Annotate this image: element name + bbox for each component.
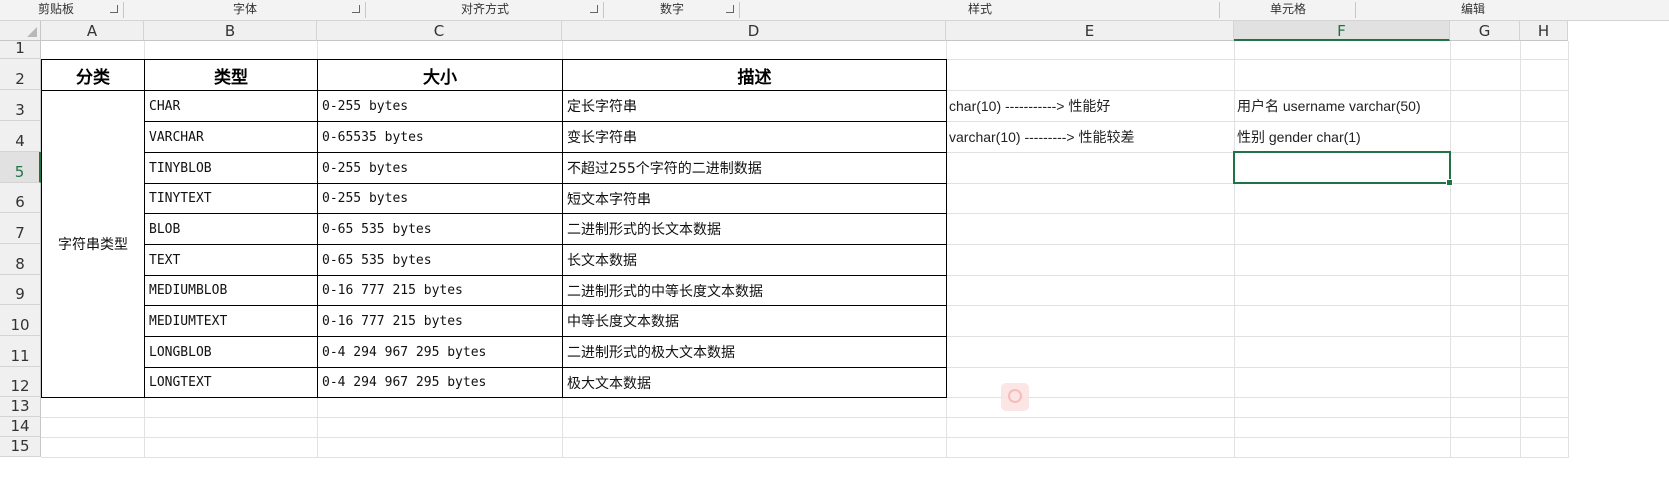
desc-cell[interactable]: 不超过255个字符的二进制数据 bbox=[562, 152, 947, 184]
note-cell-e4[interactable]: varchar(10) ---------> 性能较差 bbox=[946, 121, 1234, 152]
ribbon-group-label: 对齐方式 bbox=[460, 2, 509, 16]
category-merged-cell[interactable]: 字符串类型 bbox=[41, 90, 145, 398]
row-header-10[interactable]: 10 bbox=[0, 305, 41, 336]
ribbon-group-cells[interactable]: 单元格 bbox=[1220, 0, 1356, 20]
type-cell[interactable]: BLOB bbox=[144, 213, 318, 245]
desc-cell[interactable]: 定长字符串 bbox=[562, 90, 947, 122]
dialog-launcher-icon[interactable] bbox=[352, 5, 360, 13]
ribbon-group-styles[interactable]: 样式 bbox=[740, 0, 1220, 20]
ribbon-group-label: 编辑 bbox=[1460, 2, 1485, 16]
column-header-d[interactable]: D bbox=[562, 21, 946, 41]
row-header-8[interactable]: 8 bbox=[0, 244, 41, 275]
table-header-type[interactable]: 类型 bbox=[144, 59, 318, 91]
note-cell-f3[interactable]: 用户名 username varchar(50) bbox=[1234, 90, 1450, 121]
ribbon-group-label: 字体 bbox=[232, 2, 257, 16]
type-cell[interactable]: MEDIUMBLOB bbox=[144, 275, 318, 306]
ribbon-group-label: 单元格 bbox=[1269, 2, 1306, 16]
size-cell[interactable]: 0-65535 bytes bbox=[317, 121, 563, 153]
size-cell[interactable]: 0-255 bytes bbox=[317, 183, 563, 214]
ribbon-group-bar: 剪贴板 字体 对齐方式 数字 样式 单元格 编辑 bbox=[0, 0, 1669, 21]
row-header-12[interactable]: 12 bbox=[0, 367, 41, 397]
type-cell[interactable]: MEDIUMTEXT bbox=[144, 305, 318, 337]
column-header-b[interactable]: B bbox=[144, 21, 317, 41]
type-cell[interactable]: TINYBLOB bbox=[144, 152, 318, 184]
size-cell[interactable]: 0-16 777 215 bytes bbox=[317, 305, 563, 337]
row-header-3[interactable]: 3 bbox=[0, 90, 41, 121]
size-cell[interactable]: 0-255 bytes bbox=[317, 152, 563, 184]
desc-cell[interactable]: 二进制形式的长文本数据 bbox=[562, 213, 947, 245]
size-cell[interactable]: 0-4 294 967 295 bytes bbox=[317, 367, 563, 398]
desc-cell[interactable]: 极大文本数据 bbox=[562, 367, 947, 398]
dialog-launcher-icon[interactable] bbox=[110, 5, 118, 13]
row-header-9[interactable]: 9 bbox=[0, 275, 41, 305]
column-header-e[interactable]: E bbox=[946, 21, 1234, 41]
row-header-6[interactable]: 6 bbox=[0, 183, 41, 213]
select-all-button[interactable] bbox=[0, 21, 41, 41]
table-header-category[interactable]: 分类 bbox=[41, 59, 145, 91]
size-cell[interactable]: 0-65 535 bytes bbox=[317, 244, 563, 276]
note-cell-f4[interactable]: 性别 gender char(1) bbox=[1234, 121, 1450, 152]
size-cell[interactable]: 0-65 535 bytes bbox=[317, 213, 563, 245]
row-header-15[interactable]: 15 bbox=[0, 437, 41, 457]
active-cell-f5[interactable] bbox=[1233, 151, 1453, 186]
size-cell[interactable]: 0-16 777 215 bytes bbox=[317, 275, 563, 306]
ribbon-group-number[interactable]: 数字 bbox=[604, 0, 740, 20]
column-header-h[interactable]: H bbox=[1520, 21, 1568, 41]
ribbon-group-label: 剪贴板 bbox=[38, 2, 75, 16]
row-header-13[interactable]: 13 bbox=[0, 397, 41, 417]
desc-cell[interactable]: 二进制形式的极大文本数据 bbox=[562, 336, 947, 368]
column-header-f[interactable]: F bbox=[1234, 21, 1450, 41]
type-cell[interactable]: LONGBLOB bbox=[144, 336, 318, 368]
row-header-1[interactable]: 1 bbox=[0, 39, 41, 59]
ribbon-group-label: 数字 bbox=[659, 2, 684, 16]
column-header-g[interactable]: G bbox=[1450, 21, 1520, 41]
row-header-2[interactable]: 2 bbox=[0, 59, 41, 90]
desc-cell[interactable]: 中等长度文本数据 bbox=[562, 305, 947, 337]
note-cell-e3[interactable]: char(10) -----------> 性能好 bbox=[946, 90, 1234, 121]
type-cell[interactable]: VARCHAR bbox=[144, 121, 318, 153]
desc-cell[interactable]: 短文本字符串 bbox=[562, 183, 947, 214]
ribbon-group-label: 样式 bbox=[967, 2, 992, 16]
type-cell[interactable]: TINYTEXT bbox=[144, 183, 318, 214]
ribbon-group-clipboard[interactable]: 剪贴板 bbox=[0, 0, 124, 20]
table-header-description[interactable]: 描述 bbox=[562, 59, 947, 91]
type-cell[interactable]: LONGTEXT bbox=[144, 367, 318, 398]
dialog-launcher-icon[interactable] bbox=[590, 5, 598, 13]
ribbon-group-alignment[interactable]: 对齐方式 bbox=[366, 0, 604, 20]
search-icon bbox=[1001, 383, 1029, 411]
type-cell[interactable]: CHAR bbox=[144, 90, 318, 122]
column-header-a[interactable]: A bbox=[41, 21, 144, 41]
size-cell[interactable]: 0-4 294 967 295 bytes bbox=[317, 336, 563, 368]
desc-cell[interactable]: 二进制形式的中等长度文本数据 bbox=[562, 275, 947, 306]
desc-cell[interactable]: 长文本数据 bbox=[562, 244, 947, 276]
column-header-c[interactable]: C bbox=[317, 21, 562, 41]
row-header-4[interactable]: 4 bbox=[0, 121, 41, 152]
row-header-5[interactable]: 5 bbox=[0, 152, 41, 183]
ribbon-group-editing[interactable]: 编辑 bbox=[1356, 0, 1590, 20]
row-header-11[interactable]: 11 bbox=[0, 336, 41, 367]
dialog-launcher-icon[interactable] bbox=[726, 5, 734, 13]
table-header-size[interactable]: 大小 bbox=[317, 59, 563, 91]
desc-cell[interactable]: 变长字符串 bbox=[562, 121, 947, 153]
ribbon-group-font[interactable]: 字体 bbox=[124, 0, 366, 20]
size-cell[interactable]: 0-255 bytes bbox=[317, 90, 563, 122]
row-header-7[interactable]: 7 bbox=[0, 213, 41, 244]
type-cell[interactable]: TEXT bbox=[144, 244, 318, 276]
row-header-14[interactable]: 14 bbox=[0, 417, 41, 437]
